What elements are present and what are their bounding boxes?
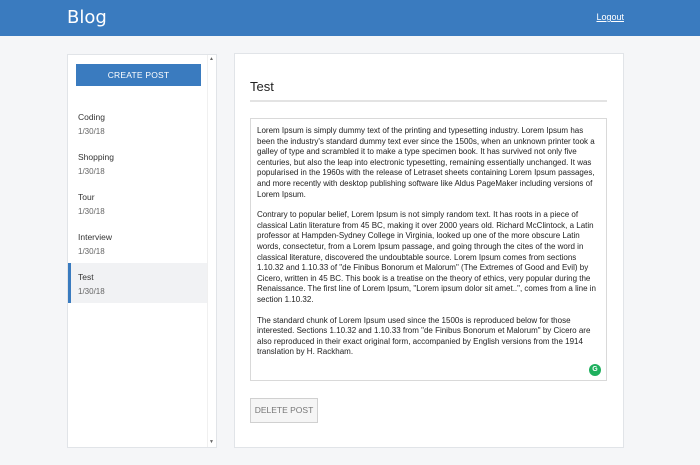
- sidebar-scrollbar[interactable]: ▲ ▼: [207, 55, 216, 447]
- post-item-date: 1/30/18: [78, 287, 105, 296]
- brand-title[interactable]: Blog: [67, 7, 107, 28]
- post-item-title: Coding: [78, 112, 105, 122]
- post-item-test[interactable]: Test 1/30/18: [68, 263, 208, 303]
- logout-link[interactable]: Logout: [596, 12, 624, 22]
- sidebar: CREATE POST Coding 1/30/18 Shopping 1/30…: [67, 54, 217, 448]
- post-item-title: Test: [78, 272, 94, 282]
- post-item-date: 1/30/18: [78, 127, 105, 136]
- post-item-title: Tour: [78, 192, 95, 202]
- post-item-date: 1/30/18: [78, 167, 105, 176]
- create-post-button[interactable]: CREATE POST: [76, 64, 201, 86]
- post-body-editor[interactable]: Lorem Ipsum is simply dummy text of the …: [250, 118, 607, 381]
- post-title-heading: Test: [250, 78, 607, 102]
- post-list: Coding 1/30/18 Shopping 1/30/18 Tour 1/3…: [68, 103, 208, 303]
- delete-post-button[interactable]: DELETE POST: [250, 398, 318, 423]
- post-item-title: Shopping: [78, 152, 114, 162]
- post-body-paragraph: Lorem Ipsum is simply dummy text of the …: [257, 126, 595, 199]
- post-item-date: 1/30/18: [78, 207, 105, 216]
- post-item-title: Interview: [78, 232, 113, 242]
- scroll-up-arrow-icon[interactable]: ▲: [208, 56, 215, 63]
- post-detail-panel: Test Lorem Ipsum is simply dummy text of…: [234, 53, 624, 448]
- post-item-tour[interactable]: Tour 1/30/18: [68, 183, 208, 223]
- post-item-shopping[interactable]: Shopping 1/30/18: [68, 143, 208, 183]
- post-item-date: 1/30/18: [78, 247, 105, 256]
- post-item-coding[interactable]: Coding 1/30/18: [68, 103, 208, 143]
- grammarly-icon[interactable]: G: [589, 364, 601, 376]
- post-title: Test: [250, 79, 274, 94]
- top-navbar: Blog Logout: [0, 0, 700, 36]
- scroll-down-arrow-icon[interactable]: ▼: [208, 439, 215, 446]
- post-item-interview[interactable]: Interview 1/30/18: [68, 223, 208, 263]
- post-body-paragraph: The standard chunk of Lorem Ipsum used s…: [257, 315, 591, 357]
- post-body-paragraph: Contrary to popular belief, Lorem Ipsum …: [257, 210, 596, 304]
